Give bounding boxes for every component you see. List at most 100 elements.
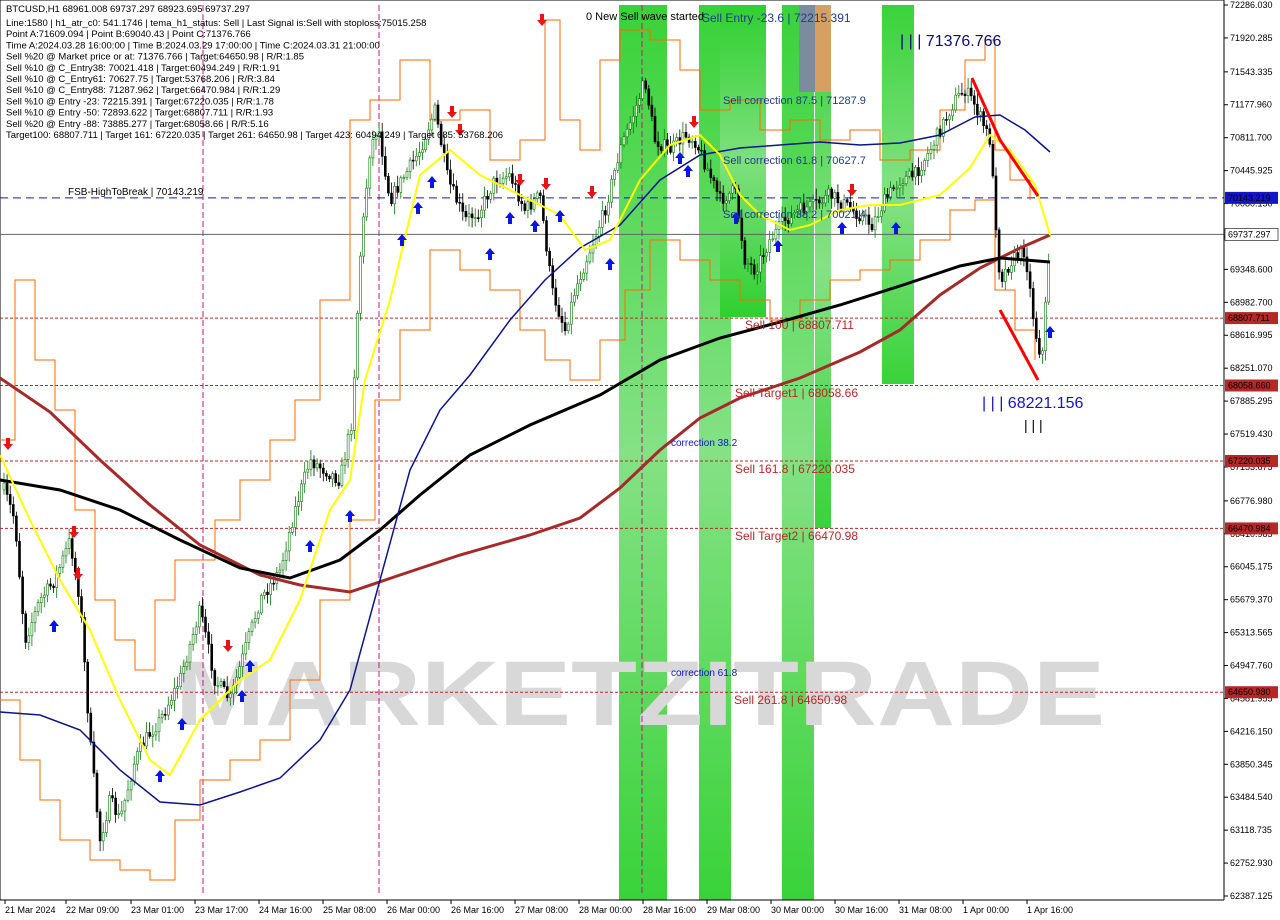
candle-body <box>318 463 322 469</box>
annotation-label: Sell Entry -23.6 | 72215.391 <box>702 11 851 25</box>
candle-body <box>582 272 586 280</box>
candle-body <box>136 751 139 765</box>
candle-body <box>972 95 976 105</box>
candle-body <box>904 175 908 184</box>
candle-body <box>960 92 964 95</box>
candle-body <box>5 482 9 495</box>
candle-body <box>1044 301 1047 352</box>
candle-body <box>901 183 905 186</box>
candle-body <box>879 210 883 217</box>
candle-body <box>1000 271 1004 282</box>
candle-body <box>229 693 232 699</box>
x-tick-label: 29 Mar 08:00 <box>707 905 760 915</box>
candle-body <box>182 666 186 674</box>
candle-body <box>36 602 40 612</box>
candle-body <box>340 464 344 486</box>
y-tick-label: 67519.430 <box>1230 429 1273 439</box>
candle-body <box>830 188 834 199</box>
candle-body <box>504 176 508 179</box>
candle-body <box>238 666 241 678</box>
candle-body <box>731 185 734 194</box>
candle-body <box>749 263 753 266</box>
candle-body <box>631 115 635 124</box>
candle-body <box>70 538 74 559</box>
price-tag-label: 66470.984 <box>1228 523 1271 533</box>
candle-body <box>284 550 288 561</box>
candle-body <box>529 201 533 210</box>
candle-body <box>548 250 551 267</box>
candle-body <box>219 681 223 686</box>
y-tick-label: 63118.735 <box>1230 825 1272 835</box>
candle-body <box>114 797 117 815</box>
candle-body <box>759 255 762 273</box>
candle-body <box>486 195 489 200</box>
candle-body <box>300 483 303 502</box>
candle-body <box>188 643 192 663</box>
candle-body <box>873 216 877 231</box>
candle-body <box>151 734 155 737</box>
price-chart[interactable]: MARKETZITRADE FSB-HighToBreak | 70143.21… <box>0 0 1280 920</box>
candle-body <box>740 217 744 241</box>
candle-body <box>356 313 359 379</box>
candle-body <box>312 459 316 469</box>
candle-body <box>954 94 958 111</box>
candle-body <box>473 217 477 219</box>
candle-body <box>613 169 617 180</box>
candle-body <box>198 605 201 628</box>
y-tick-label: 64947.760 <box>1230 661 1273 671</box>
candle-body <box>1003 268 1007 282</box>
candle-body <box>566 323 570 332</box>
annotation-label: 0 New Sell wave started <box>586 11 704 23</box>
candle-body <box>681 131 685 145</box>
candle-body <box>123 799 127 812</box>
candle-body <box>963 93 967 97</box>
candle-body <box>148 732 151 737</box>
candle-body <box>588 252 592 263</box>
candle-body <box>817 199 821 204</box>
candle-body <box>560 316 564 323</box>
candle-body <box>755 271 759 275</box>
candle-body <box>619 144 623 164</box>
annotation-label: Sell correction 87.5 | 71287.9 <box>723 95 866 107</box>
candle-body <box>976 103 979 116</box>
candle-body <box>966 87 970 97</box>
candle-body <box>811 198 815 202</box>
candle-body <box>201 605 204 618</box>
candle-body <box>507 173 511 178</box>
candle-body <box>526 201 530 211</box>
candle-body <box>256 612 260 619</box>
candle-body <box>24 613 28 643</box>
candle-body <box>520 200 524 205</box>
candle-body <box>771 238 775 241</box>
x-tick-label: 31 Mar 08:00 <box>899 905 952 915</box>
x-tick-label: 23 Mar 17:00 <box>195 905 248 915</box>
y-tick-label: 64216.150 <box>1230 726 1273 736</box>
x-tick-label: 26 Mar 16:00 <box>451 905 504 915</box>
candle-body <box>511 173 514 184</box>
info-line: Target100: 68807.711 | Target 161: 67220… <box>6 130 503 141</box>
candle-body <box>83 617 86 663</box>
candle-body <box>480 209 483 219</box>
candle-body <box>746 263 750 265</box>
candle-body <box>985 125 989 129</box>
candle-body <box>604 210 607 216</box>
candle-body <box>545 220 548 252</box>
green-zone <box>782 5 814 900</box>
candle-body <box>204 616 207 633</box>
candle-body <box>917 167 920 177</box>
candle-body <box>272 582 276 585</box>
annotation-label: Sell correction 61.8 | 70627.7 <box>723 155 866 167</box>
candle-body <box>514 183 517 185</box>
candle-body <box>442 144 446 153</box>
candle-body <box>278 569 282 573</box>
candle-body <box>532 198 536 210</box>
candle-body <box>814 198 818 201</box>
candle-body <box>675 137 679 142</box>
candle-body <box>105 820 108 833</box>
candle-body <box>352 377 356 431</box>
candle-body <box>241 653 244 667</box>
candle-body <box>867 214 871 225</box>
candle-body <box>430 118 434 131</box>
candle-body <box>98 811 102 842</box>
candle-body <box>969 87 973 97</box>
